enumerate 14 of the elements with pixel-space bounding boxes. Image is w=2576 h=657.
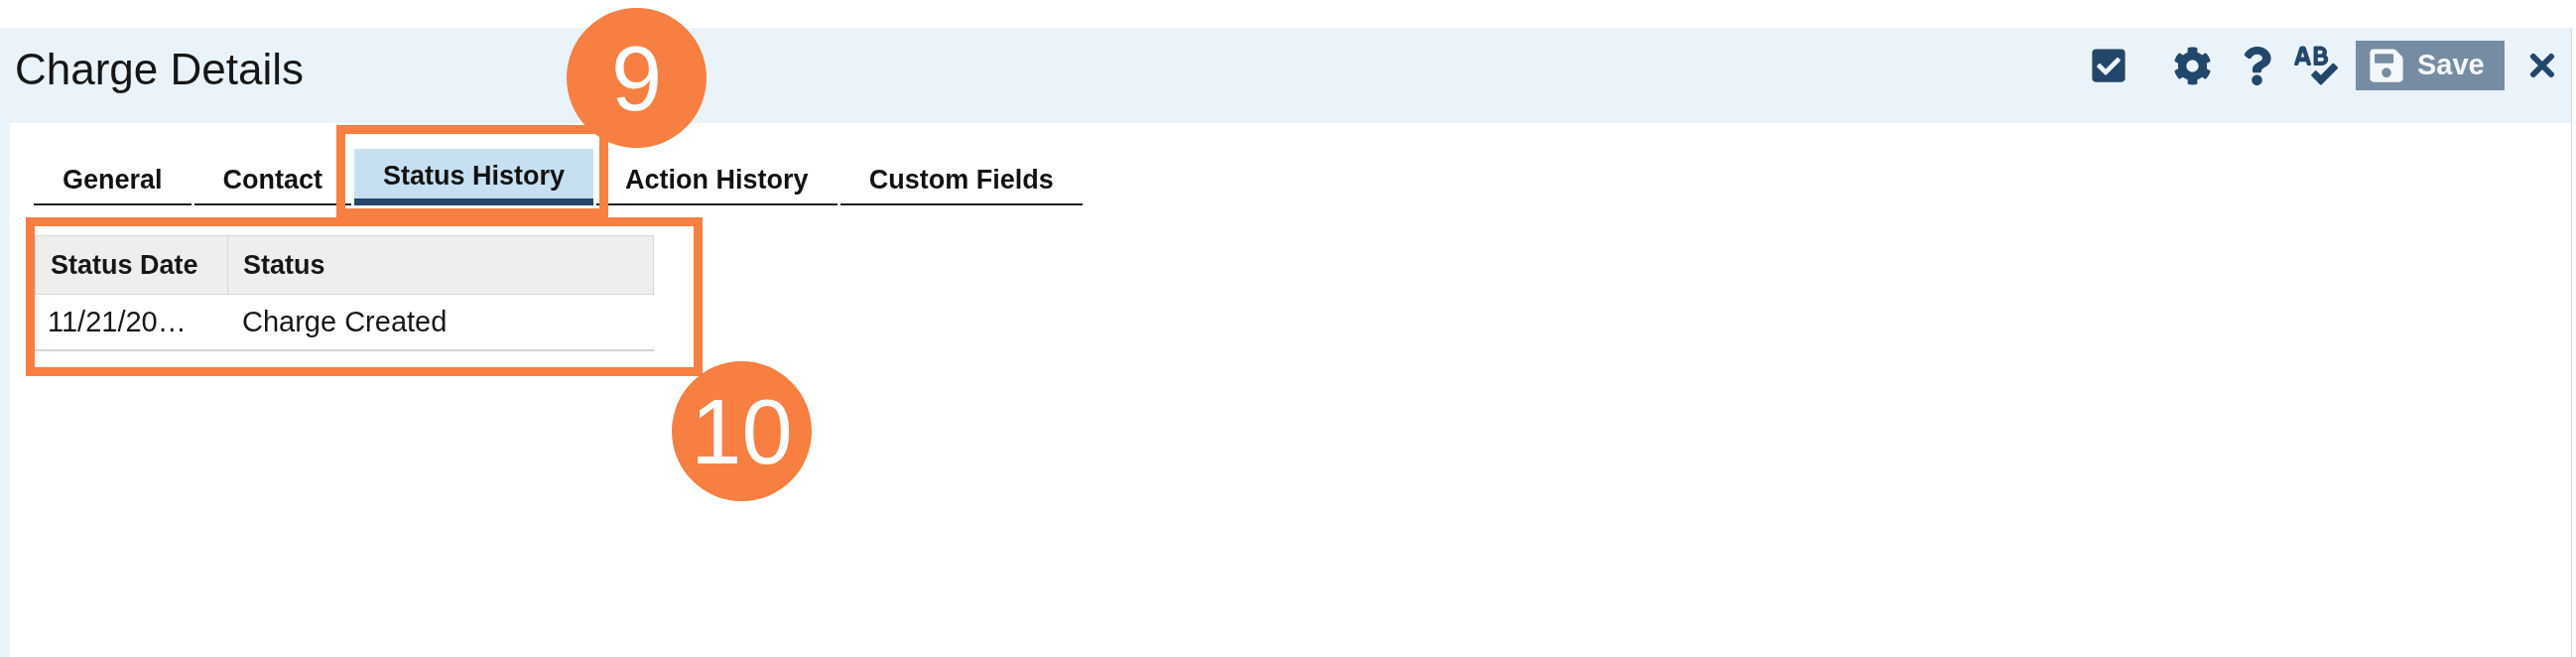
column-header[interactable]: Status [228,235,654,295]
tab[interactable]: Status History [354,149,594,205]
tab[interactable]: Contact [193,149,352,205]
close-icon[interactable] [2529,53,2555,78]
tab[interactable]: General [34,149,192,205]
tab[interactable]: Action History [596,149,837,205]
table-cell-text: 11/21/20… [47,304,188,339]
window-title: Charge Details [15,44,305,95]
checkbox-icon[interactable] [2090,47,2127,84]
table-cell-text: Charge Created [241,304,449,339]
spellcheck-icon[interactable] [2294,44,2338,87]
column-header[interactable]: Status Date [35,235,228,295]
tab[interactable]: Custom Fields [839,149,1083,205]
settings-icon[interactable] [2173,46,2212,85]
